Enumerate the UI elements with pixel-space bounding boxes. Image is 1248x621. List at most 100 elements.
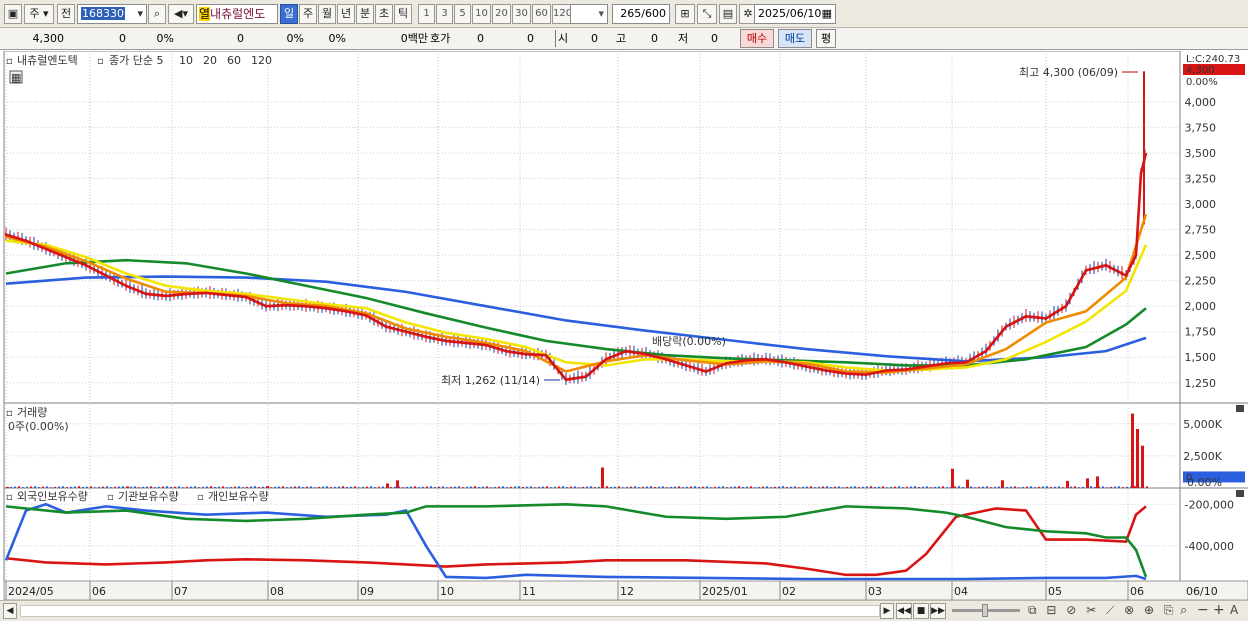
speaker-icon[interactable]: ◀▾ (168, 4, 194, 24)
x-tick-label: 05 (1048, 585, 1062, 598)
period-tab-1[interactable]: 주 (299, 4, 317, 24)
stock-code-input[interactable]: 168330 ▾ (77, 4, 147, 24)
volume-bar (326, 486, 328, 488)
play-icon[interactable]: ▶▶ (930, 603, 946, 619)
interval-tab-120[interactable]: 120 (552, 4, 572, 24)
minus-icon[interactable]: − (1197, 602, 1209, 618)
volume-bar (318, 486, 320, 488)
interval-tab-3[interactable]: 3 (436, 4, 453, 24)
save-icon[interactable]: ▤ (719, 4, 737, 24)
volume-bar (302, 487, 304, 488)
volume-bar (226, 487, 228, 488)
date-field[interactable]: 2025/06/10 ▦ (754, 4, 836, 24)
volume-bar (174, 486, 176, 488)
volume-bar (814, 487, 816, 488)
volume-bar (574, 486, 576, 488)
volume-bar (102, 486, 104, 488)
volume-bar (186, 486, 188, 488)
period-tab-5[interactable]: 초 (375, 4, 393, 24)
period-tab-2[interactable]: 월 (318, 4, 336, 24)
volume-bar (454, 486, 456, 488)
volume-bar (951, 468, 954, 488)
stop-icon[interactable]: ■ (913, 603, 929, 619)
volume-bar (1131, 413, 1134, 488)
search-icon[interactable]: ⌕ (148, 4, 166, 24)
interval-input[interactable]: ▾ (570, 4, 608, 24)
calendar-icon[interactable]: ▦ (822, 5, 832, 23)
y-tick-label: 5,000K (1183, 418, 1222, 431)
volume-bar (594, 487, 596, 488)
stock-name-field[interactable]: 열내츄럴엔도 (196, 4, 278, 24)
volume-bar (726, 487, 728, 488)
volume-bar (638, 487, 640, 488)
scroll-right-icon[interactable]: ▶ (880, 603, 894, 619)
volume-bar (806, 486, 808, 488)
y-tick-label: 3,000 (1185, 198, 1217, 211)
interval-tab-5[interactable]: 5 (454, 4, 471, 24)
volume-bar (222, 486, 224, 488)
volume-bar (110, 487, 112, 488)
volume-bar (866, 486, 868, 488)
chevron-down-icon[interactable]: ▾ (598, 5, 604, 23)
volume-bar (834, 486, 836, 488)
interval-tab-30[interactable]: 30 (512, 4, 531, 24)
volume-bar (366, 486, 368, 488)
crosshair-icon[interactable]: ⊞ (675, 4, 695, 24)
legend-box-icon: ▫ (6, 408, 13, 419)
count-field[interactable]: 265/600 (612, 4, 670, 24)
buy-button[interactable]: 매수 (740, 29, 774, 48)
prefix-button[interactable]: 전 (57, 4, 75, 24)
font-size-icon[interactable]: A (1230, 603, 1238, 617)
volume-bar (930, 487, 932, 488)
volume-bar (378, 486, 380, 488)
interval-tab-60[interactable]: 60 (532, 4, 551, 24)
period-tab-3[interactable]: 년 (337, 4, 355, 24)
volume-bar (854, 486, 856, 488)
period-tab-0[interactable]: 일 (280, 4, 298, 24)
rewind-icon[interactable]: ◀◀ (896, 603, 912, 619)
volume-bar (766, 486, 768, 488)
volume-bar (130, 486, 132, 488)
draw-line-icon[interactable]: ⤡ (697, 4, 717, 24)
volume-bar (770, 487, 772, 488)
volume-bar (786, 487, 788, 488)
volume-bar (390, 487, 392, 488)
volume-bar (1082, 486, 1084, 488)
volume-bar (486, 486, 488, 488)
volume-bar (962, 487, 964, 488)
eval-button[interactable]: 평 (816, 29, 836, 48)
legend-box-icon: ▫ (6, 492, 13, 503)
volume-bar (430, 486, 432, 488)
interval-tab-20[interactable]: 20 (492, 4, 511, 24)
volume-bar (402, 487, 404, 488)
zoom-slider-handle[interactable] (982, 604, 988, 617)
volume-bar (890, 486, 892, 488)
sell-button[interactable]: 매도 (778, 29, 812, 48)
y-tick-label: 2,000 (1185, 300, 1217, 313)
volume-bar (286, 487, 288, 488)
volume-bar (396, 480, 399, 488)
holdings-legend-item: 개인보유수량 (208, 490, 269, 503)
volume-bar (778, 486, 780, 488)
volume-bar (646, 486, 648, 488)
plus-icon[interactable]: + (1213, 602, 1225, 618)
period-tab-4[interactable]: 분 (356, 4, 374, 24)
volume-bar (410, 486, 412, 488)
mode-select[interactable]: 주 ▾ (24, 4, 54, 24)
volume-bar (810, 486, 812, 488)
period-tab-6[interactable]: 틱 (394, 4, 412, 24)
window-icon[interactable]: ▣ (4, 4, 22, 24)
volume-bar (626, 486, 628, 488)
volume-bar (601, 467, 604, 488)
stock-chart[interactable]: 4,000 3,750 3,500 3,250 3,000 2,750 2,500 2,250… (0, 51, 1248, 600)
scrollbar-track[interactable] (20, 605, 880, 617)
volume-bar (182, 487, 184, 488)
chevron-down-icon[interactable]: ▾ (137, 5, 143, 23)
volume-bar (150, 486, 152, 488)
chart-tools-icons[interactable]: ⧉ ⊟ ⊘ ✂ ⟋ ⊗ ⊕ ⎘ (1028, 603, 1176, 618)
scroll-left-icon[interactable]: ◀ (3, 603, 17, 619)
interval-tab-1[interactable]: 1 (418, 4, 435, 24)
interval-tab-10[interactable]: 10 (472, 4, 491, 24)
zoom-out-icon[interactable]: ⌕ (1180, 603, 1187, 618)
volume-bar (10, 486, 12, 488)
